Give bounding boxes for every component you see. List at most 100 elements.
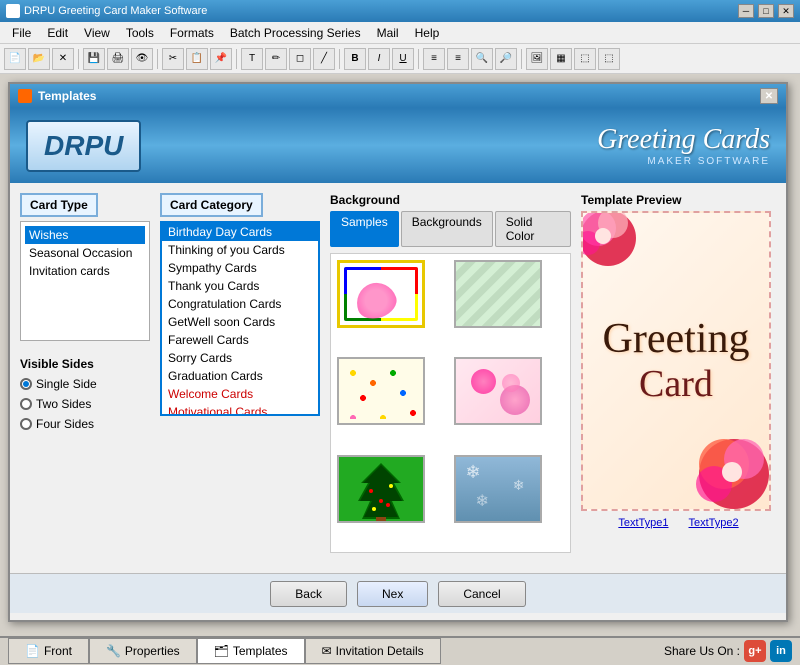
- card-type-invitation[interactable]: Invitation cards: [25, 262, 145, 280]
- toolbar-zoom-out[interactable]: 🔎: [495, 48, 517, 70]
- tab-invitation[interactable]: ✉ Invitation Details: [305, 638, 441, 664]
- category-sympathy[interactable]: Sympathy Cards: [162, 259, 318, 277]
- menu-formats[interactable]: Formats: [162, 24, 222, 42]
- toolbar-bold[interactable]: B: [344, 48, 366, 70]
- modal-close-button[interactable]: ✕: [760, 88, 778, 104]
- content-area: Card Type Wishes Seasonal Occasion Invit…: [10, 183, 786, 573]
- toolbar-extra2[interactable]: ⬚: [598, 48, 620, 70]
- menu-file[interactable]: File: [4, 24, 39, 42]
- bg-sample-5[interactable]: [337, 455, 425, 523]
- bg-sample-3[interactable]: [337, 357, 425, 425]
- menu-batch[interactable]: Batch Processing Series: [222, 24, 369, 42]
- toolbar-sep5: [418, 49, 419, 69]
- tab-templates[interactable]: 🗂 Templates: [197, 638, 305, 664]
- category-list[interactable]: Birthday Day Cards Thinking of you Cards…: [160, 221, 320, 416]
- front-icon: 📄: [25, 644, 40, 658]
- background-panel: Background Samples Backgrounds Solid Col…: [330, 193, 571, 563]
- toolbar-new[interactable]: 📄: [4, 48, 26, 70]
- menu-help[interactable]: Help: [407, 24, 448, 42]
- two-sides-option[interactable]: Two Sides: [20, 397, 150, 411]
- toolbar-copy[interactable]: 📋: [186, 48, 208, 70]
- app-banner: DRPU Greeting Cards MAKER SOFTWARE: [10, 108, 786, 183]
- back-button[interactable]: Back: [270, 581, 347, 607]
- card-type-seasonal[interactable]: Seasonal Occasion: [25, 244, 145, 262]
- category-farewell[interactable]: Farewell Cards: [162, 331, 318, 349]
- modal-title-label: Templates: [38, 89, 96, 103]
- toolbar-shape[interactable]: ◻: [289, 48, 311, 70]
- four-sides-radio[interactable]: [20, 418, 32, 430]
- text-type-links: TextType1 TextType2: [581, 517, 776, 529]
- toolbar-close[interactable]: ✕: [52, 48, 74, 70]
- toolbar-open[interactable]: 📂: [28, 48, 50, 70]
- tab-templates-label: Templates: [233, 644, 288, 658]
- toolbar-draw[interactable]: ✏: [265, 48, 287, 70]
- visible-sides-panel: Visible Sides Single Side Two Sides Four…: [20, 357, 150, 431]
- tab-front[interactable]: 📄 Front: [8, 638, 89, 664]
- category-thinking[interactable]: Thinking of you Cards: [162, 241, 318, 259]
- single-side-radio[interactable]: [20, 378, 32, 390]
- category-congratulation[interactable]: Congratulation Cards: [162, 295, 318, 313]
- text-type-1-link[interactable]: TextType1: [618, 517, 668, 529]
- toolbar-extra1[interactable]: ⬚: [574, 48, 596, 70]
- app-title: DRPU Greeting Card Maker Software: [24, 5, 207, 17]
- two-sides-radio[interactable]: [20, 398, 32, 410]
- tab-solid-color[interactable]: Solid Color: [495, 211, 571, 247]
- bg-sample-6[interactable]: ❄ ❄ ❄: [454, 455, 542, 523]
- toolbar-text[interactable]: T: [241, 48, 263, 70]
- greeting-cards-subtitle: MAKER SOFTWARE: [597, 156, 770, 167]
- tab-properties[interactable]: 🔧 Properties: [89, 638, 197, 664]
- linkedin-icon[interactable]: in: [770, 640, 792, 662]
- category-welcome[interactable]: Welcome Cards: [162, 385, 318, 403]
- category-thankyou[interactable]: Thank you Cards: [162, 277, 318, 295]
- menu-mail[interactable]: Mail: [369, 24, 407, 42]
- text-type-2-link[interactable]: TextType2: [689, 517, 739, 529]
- tab-properties-label: Properties: [125, 644, 180, 658]
- bg-sample-1[interactable]: [337, 260, 425, 328]
- drpu-logo: DRPU: [26, 120, 141, 172]
- category-sorry[interactable]: Sorry Cards: [162, 349, 318, 367]
- app-icon: [6, 4, 20, 18]
- invitation-icon: ✉: [322, 644, 332, 658]
- google-plus-icon[interactable]: g+: [744, 640, 766, 662]
- menu-view[interactable]: View: [76, 24, 118, 42]
- card-type-wishes[interactable]: Wishes: [25, 226, 145, 244]
- menu-edit[interactable]: Edit: [39, 24, 76, 42]
- toolbar-paste[interactable]: 📌: [210, 48, 232, 70]
- toolbar-align-center[interactable]: ≡: [447, 48, 469, 70]
- bg-sample-2[interactable]: [454, 260, 542, 328]
- minimize-button[interactable]: ─: [738, 4, 754, 18]
- toolbar-print[interactable]: 🖨: [107, 48, 129, 70]
- bg-sample-4[interactable]: [454, 357, 542, 425]
- template-preview-header: Template Preview: [581, 193, 776, 207]
- category-getwell[interactable]: GetWell soon Cards: [162, 313, 318, 331]
- flower-bottom-right: [674, 404, 771, 511]
- toolbar-zoom-in[interactable]: 🔍: [471, 48, 493, 70]
- toolbar-preview[interactable]: 👁: [131, 48, 153, 70]
- category-graduation[interactable]: Graduation Cards: [162, 367, 318, 385]
- toolbar-image[interactable]: 🖼: [526, 48, 548, 70]
- card-type-list: Wishes Seasonal Occasion Invitation card…: [20, 221, 150, 341]
- toolbar-italic[interactable]: I: [368, 48, 390, 70]
- toolbar-underline[interactable]: U: [392, 48, 414, 70]
- toolbar-save[interactable]: 💾: [83, 48, 105, 70]
- maximize-button[interactable]: □: [758, 4, 774, 18]
- next-button[interactable]: Nex: [357, 581, 428, 607]
- flower-top-left: [581, 211, 668, 298]
- category-motivational[interactable]: Motivational Cards: [162, 403, 318, 416]
- toolbar-barcode[interactable]: ▦: [550, 48, 572, 70]
- toolbar-line[interactable]: ╱: [313, 48, 335, 70]
- menu-tools[interactable]: Tools: [118, 24, 162, 42]
- modal-title-bar: Templates ✕: [10, 84, 786, 108]
- cancel-button[interactable]: Cancel: [438, 581, 525, 607]
- single-side-option[interactable]: Single Side: [20, 377, 150, 391]
- two-sides-label: Two Sides: [36, 397, 91, 411]
- window-controls: ─ □ ✕: [738, 4, 794, 18]
- close-button[interactable]: ✕: [778, 4, 794, 18]
- tab-invitation-label: Invitation Details: [336, 644, 424, 658]
- toolbar-align-left[interactable]: ≡: [423, 48, 445, 70]
- toolbar-cut[interactable]: ✂: [162, 48, 184, 70]
- tab-samples[interactable]: Samples: [330, 211, 399, 247]
- four-sides-option[interactable]: Four Sides: [20, 417, 150, 431]
- tab-backgrounds[interactable]: Backgrounds: [401, 211, 493, 247]
- category-birthday[interactable]: Birthday Day Cards: [162, 223, 318, 241]
